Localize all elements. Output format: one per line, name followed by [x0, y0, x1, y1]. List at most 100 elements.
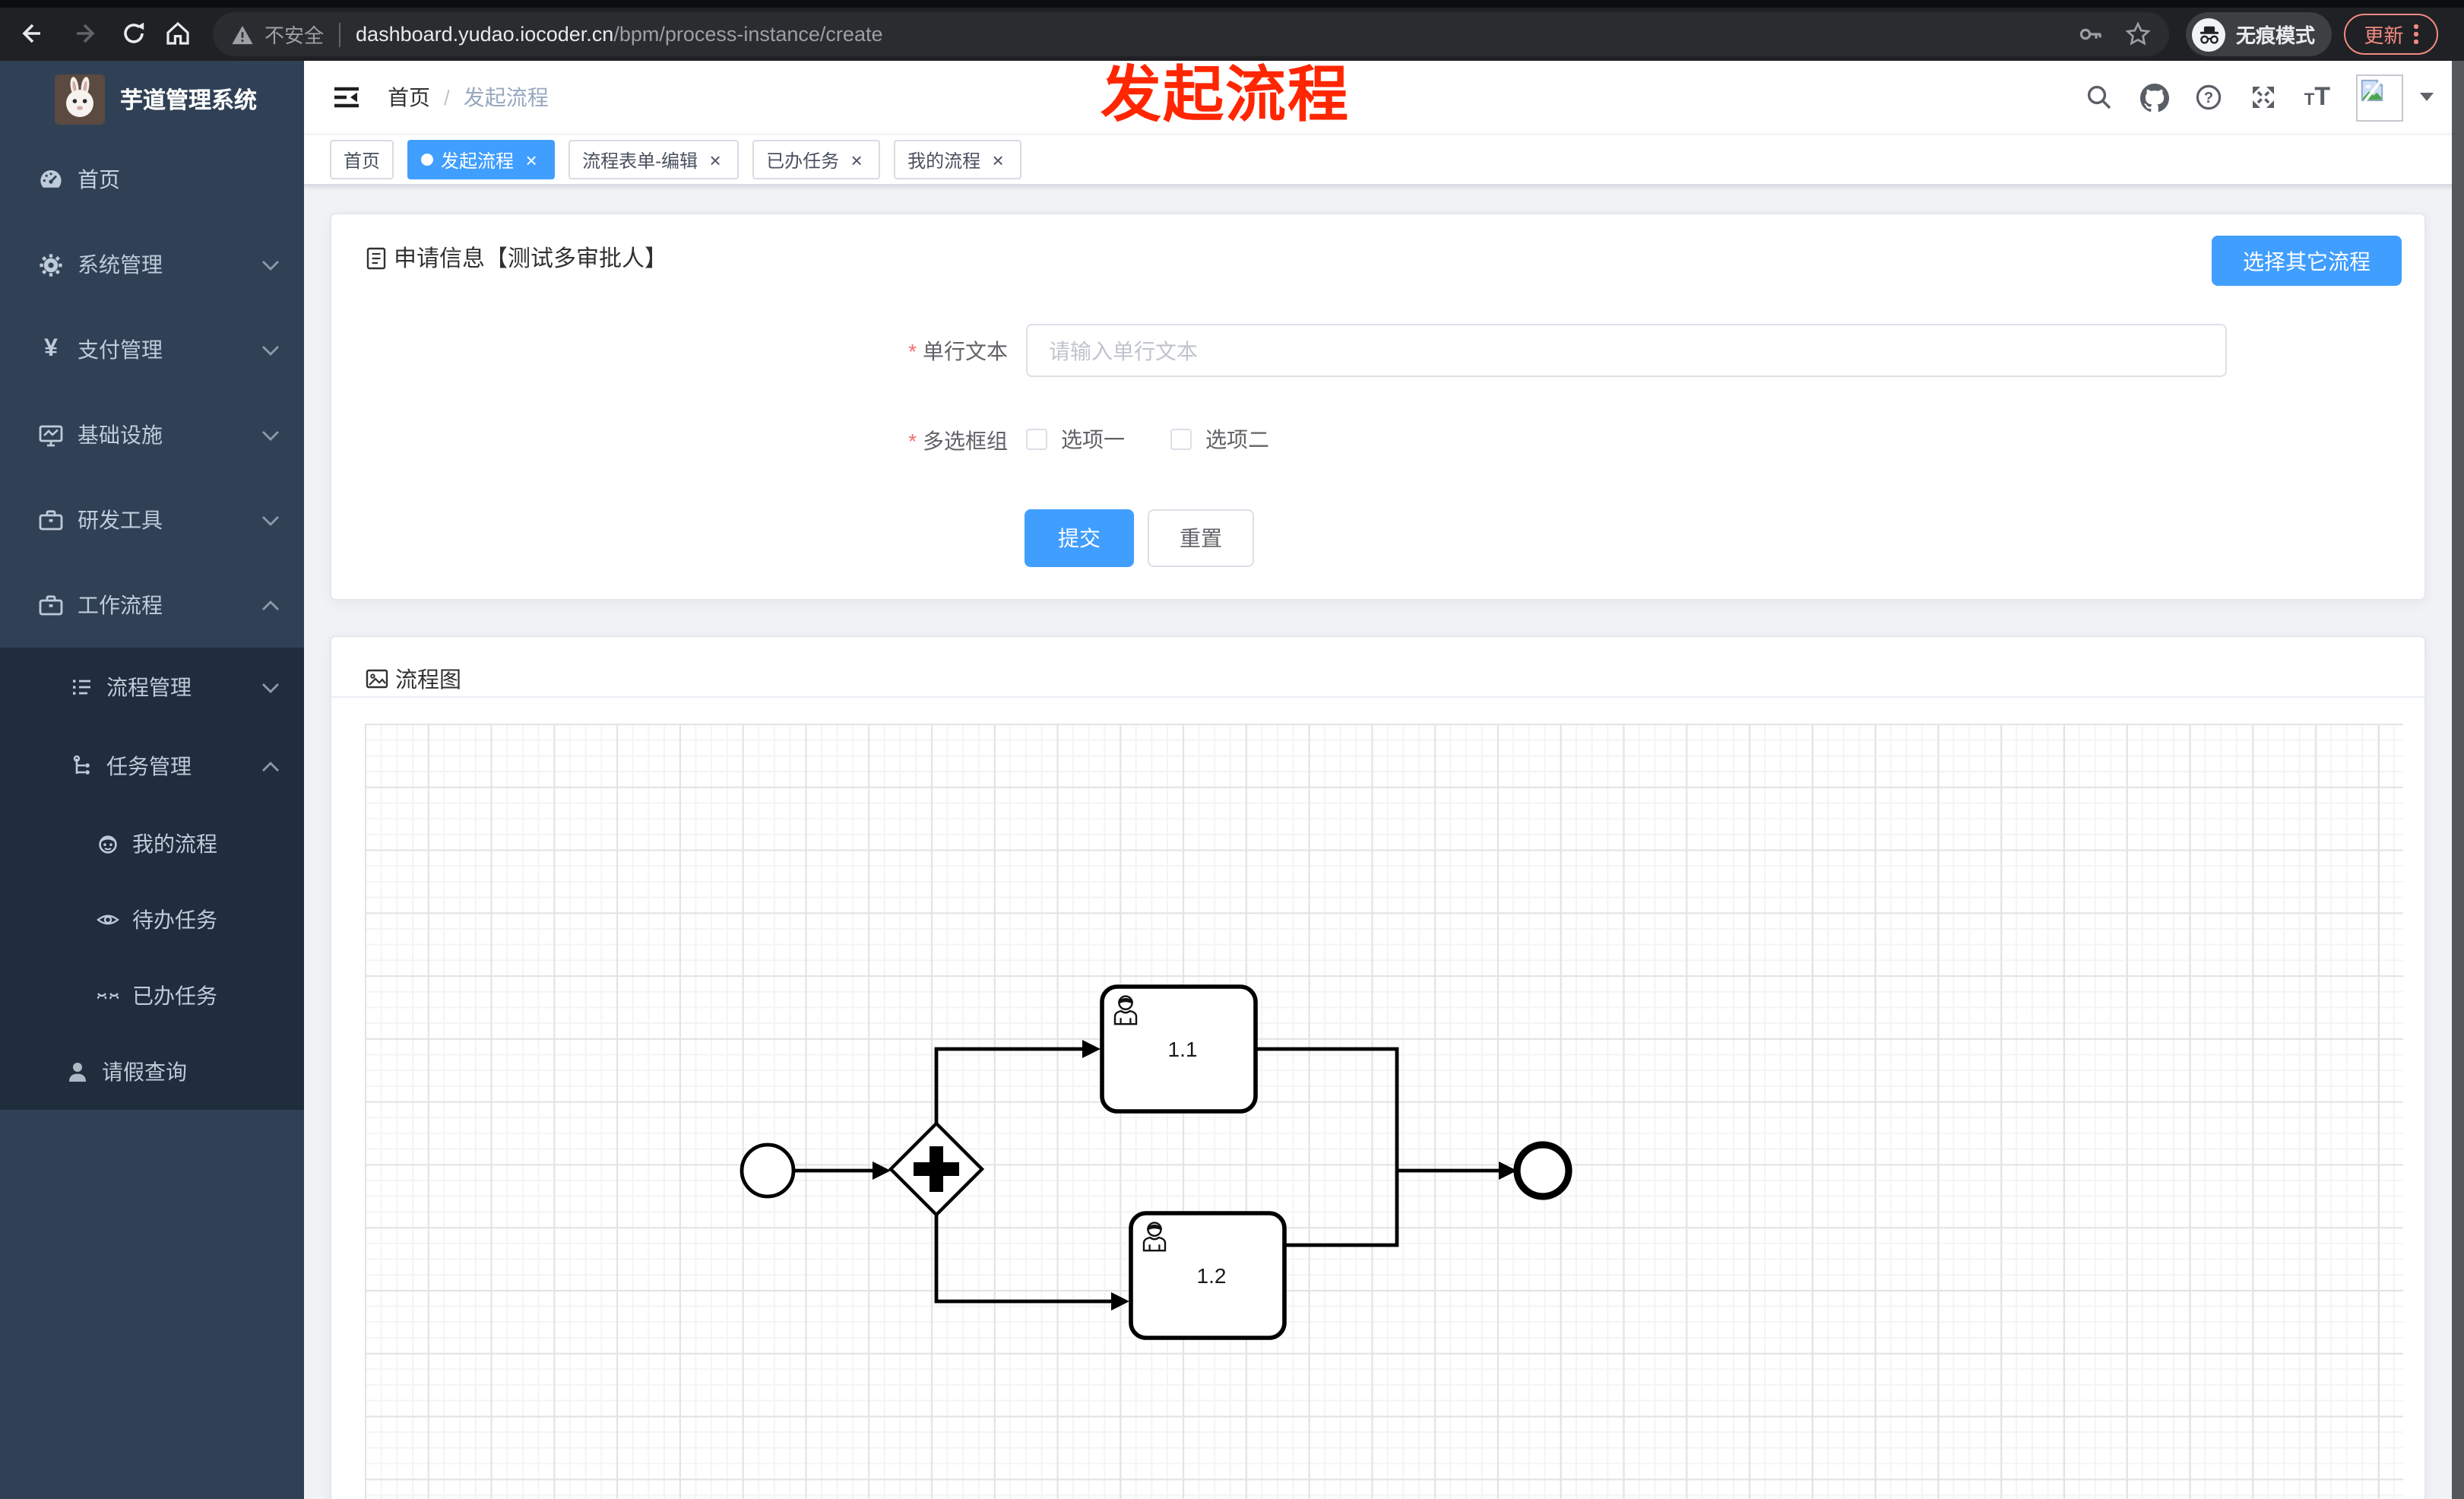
incognito-badge: 无痕模式 — [2186, 12, 2332, 56]
bpmn-user-task-1-1[interactable]: 1.1 — [1100, 984, 1258, 1114]
checkbox-option-1-label[interactable]: 选项一 — [1061, 424, 1125, 455]
sidebar-item-infrastructure[interactable]: 基础设施 — [0, 392, 304, 477]
sidebar-item-label: 请假查询 — [102, 1060, 187, 1084]
window-scrollbar[interactable] — [2452, 61, 2464, 1499]
reset-button[interactable]: 重置 — [1148, 509, 1254, 567]
browser-home-button[interactable] — [160, 15, 196, 52]
tab-label: 我的流程 — [907, 150, 981, 171]
header-actions: ? TT — [2086, 74, 2434, 121]
tree-list-icon — [68, 674, 94, 700]
breadcrumb-separator: / — [444, 85, 450, 109]
tab-close-icon[interactable]: × — [988, 150, 1008, 170]
choose-other-process-button[interactable]: 选择其它流程 — [2212, 236, 2402, 286]
sidebar-item-label: 我的流程 — [132, 832, 217, 856]
briefcase-icon — [38, 592, 64, 618]
fullscreen-button[interactable] — [2250, 83, 2279, 112]
bpmn-start-event[interactable] — [740, 1142, 796, 1199]
bpmn-canvas[interactable]: 1.1 1.2 — [365, 724, 2403, 1499]
github-button[interactable] — [2139, 83, 2169, 112]
monitor-icon — [38, 422, 64, 448]
url-divider — [339, 22, 341, 46]
github-icon — [2139, 83, 2169, 112]
logo-rabbit-image — [55, 74, 105, 124]
sidebar-item-devtools[interactable]: 研发工具 — [0, 477, 304, 563]
browser-back-button[interactable] — [12, 15, 49, 52]
bpmn-parallel-gateway[interactable] — [888, 1120, 985, 1218]
single-line-text-input[interactable] — [1026, 324, 2227, 377]
sidebar-item-label: 工作流程 — [78, 593, 163, 617]
annotation-overlay-text: 发起流程 — [1101, 62, 1350, 129]
dashboard-icon — [38, 166, 64, 192]
tab-home[interactable]: 首页 — [330, 140, 394, 179]
sidebar-item-system[interactable]: 系统管理 — [0, 222, 304, 307]
breadcrumb-home[interactable]: 首页 — [388, 82, 430, 113]
font-size-button[interactable]: TT — [2304, 82, 2330, 113]
caret-down-icon — [2420, 93, 2434, 101]
tab-label: 已办任务 — [766, 150, 840, 171]
sidebar-item-leave-query[interactable]: 请假查询 — [0, 1034, 304, 1110]
tab-process-form-edit[interactable]: 流程表单-编辑 × — [568, 140, 740, 179]
password-key-button[interactable] — [2078, 21, 2104, 47]
tab-label: 发起流程 — [441, 150, 515, 171]
sidebar-item-done-tasks[interactable]: 已办任务 — [0, 958, 304, 1034]
tab-close-icon[interactable]: × — [521, 150, 541, 170]
process-diagram-card: 流程图 1.1 1.2 — [330, 635, 2426, 1499]
sidebar-item-process-management[interactable]: 流程管理 — [0, 648, 304, 727]
sidebar-item-label: 任务管理 — [106, 754, 192, 778]
bookmark-star-button[interactable] — [2125, 21, 2151, 47]
sidebar-item-task-management[interactable]: 任务管理 — [0, 727, 304, 806]
branch-icon — [68, 753, 94, 779]
sidebar-item-my-processes[interactable]: 我的流程 — [0, 806, 304, 882]
browser-reload-button[interactable] — [116, 15, 152, 52]
sidebar-item-todo-tasks[interactable]: 待办任务 — [0, 882, 304, 958]
tags-view-bar: 首页 发起流程 × 流程表单-编辑 × 已办任务 × 我的流程 × — [304, 134, 2464, 185]
eye-closed-icon — [94, 983, 120, 1009]
sidebar-item-label: 系统管理 — [78, 252, 163, 277]
tab-close-icon[interactable]: × — [705, 150, 725, 170]
submit-button[interactable]: 提交 — [1025, 509, 1134, 567]
incognito-label: 无痕模式 — [2236, 24, 2316, 47]
user-avatar[interactable] — [2356, 74, 2403, 121]
kebab-menu-icon — [2414, 24, 2418, 44]
fullscreen-icon — [2253, 87, 2275, 108]
help-button[interactable]: ? — [2195, 83, 2224, 112]
security-label: 不安全 — [264, 24, 325, 47]
apply-info-card: 申请信息【测试多审批人】 选择其它流程 *单行文本 *多选框组 选项一 选项二 — [330, 213, 2426, 601]
tab-close-icon[interactable]: × — [847, 150, 866, 170]
chevron-down-icon — [261, 682, 280, 692]
bpmn-user-task-1-2[interactable]: 1.2 — [1129, 1211, 1287, 1340]
browser-forward-button[interactable] — [68, 15, 105, 52]
bpmn-end-event[interactable] — [1513, 1141, 1572, 1200]
chevron-down-icon — [261, 515, 280, 525]
text-field-label: * 单行文本 — [331, 336, 1008, 366]
form-buttons: 提交 重置 — [1025, 509, 1254, 567]
sidebar-item-label: 流程管理 — [106, 675, 192, 699]
chevron-up-icon — [261, 600, 280, 610]
sidebar-logo-row[interactable]: 芋道管理系统 — [0, 61, 304, 137]
search-button[interactable] — [2086, 83, 2114, 112]
briefcase-icon — [38, 507, 64, 533]
diagram-title: 流程图 — [395, 669, 461, 693]
sidebar-item-label: 首页 — [78, 167, 120, 192]
tab-done-tasks[interactable]: 已办任务 × — [752, 140, 881, 179]
checkbox-option-2[interactable] — [1170, 429, 1192, 450]
diagram-divider — [331, 696, 2424, 698]
sidebar-item-home[interactable]: 首页 — [0, 137, 304, 222]
sidebar-item-workflow[interactable]: 工作流程 — [0, 563, 304, 648]
reload-icon — [124, 22, 144, 43]
home-icon — [166, 21, 189, 45]
browser-update-menu-button[interactable]: 更新 — [2344, 14, 2438, 55]
tab-my-processes[interactable]: 我的流程 × — [894, 140, 1022, 179]
checkbox-option-2-label[interactable]: 选项二 — [1205, 424, 1269, 455]
scale-wrapper: 发起流程 不安全 dashboard.yudao.iocoder.cn/bpm/… — [0, 0, 2464, 1499]
chevron-up-icon — [261, 761, 280, 772]
screen: 发起流程 不安全 dashboard.yudao.iocoder.cn/bpm/… — [0, 0, 2464, 1499]
font-size-small-t: T — [2304, 91, 2315, 109]
chevron-down-icon — [261, 429, 280, 440]
tab-start-process[interactable]: 发起流程 × — [407, 140, 556, 179]
avatar-caret-button[interactable] — [2420, 93, 2434, 102]
sidebar-collapse-button[interactable] — [330, 81, 363, 114]
sidebar-item-payment[interactable]: ¥ 支付管理 — [0, 307, 304, 392]
checkbox-option-1[interactable] — [1026, 429, 1047, 450]
broken-image-icon — [2361, 78, 2384, 102]
